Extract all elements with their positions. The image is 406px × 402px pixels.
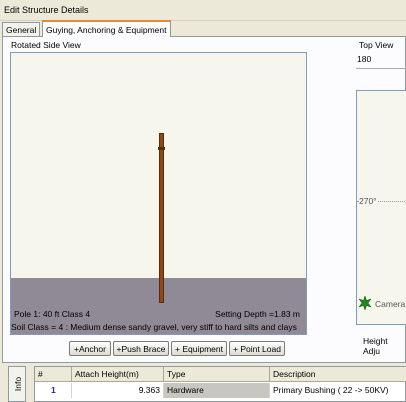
- tab-general[interactable]: General: [2, 22, 41, 36]
- equipment-table[interactable]: # Attach Height(m) Type Description 1 9.…: [34, 366, 406, 402]
- camera-icon[interactable]: [358, 296, 372, 310]
- top-view-divider: [356, 68, 406, 69]
- add-push-brace-button[interactable]: +Push Brace: [113, 341, 169, 356]
- column-header-attach-height[interactable]: Attach Height(m): [72, 367, 164, 382]
- info-tab-label: Info: [13, 376, 24, 392]
- column-header-type[interactable]: Type: [164, 367, 270, 382]
- title-bar: Edit Structure Details: [0, 0, 406, 21]
- tab-guying-label: Guying, Anchoring & Equipment: [46, 25, 167, 35]
- table-row[interactable]: 1 9.363 Hardware Primary Bushing ( 22 ->…: [35, 383, 406, 398]
- window-title: Edit Structure Details: [4, 5, 89, 15]
- add-anchor-button[interactable]: +Anchor: [69, 341, 111, 356]
- info-tab[interactable]: Info: [8, 366, 26, 402]
- pole-info: Pole 1: 40 ft Class 4: [14, 309, 91, 319]
- column-header-num[interactable]: #: [35, 367, 72, 382]
- column-header-description[interactable]: Description: [270, 367, 406, 382]
- height-adjust-label: Height Adju: [363, 336, 388, 356]
- row-type[interactable]: Hardware: [164, 383, 270, 398]
- top-view-label: Top View: [357, 40, 396, 50]
- add-equipment-button[interactable]: + Equipment: [171, 341, 227, 356]
- camera-label: Camera: [375, 299, 406, 309]
- add-point-load-button[interactable]: + Point Load: [229, 341, 285, 356]
- row-number: 1: [35, 383, 72, 398]
- side-view-canvas[interactable]: Pole 1: 40 ft Class 4 Setting Depth =1.8…: [10, 52, 307, 335]
- row-description[interactable]: Primary Bushing ( 22 -> 50KV): [270, 383, 406, 398]
- setting-depth: Setting Depth =1.83 m: [215, 309, 300, 319]
- row-attach-height[interactable]: 9.363: [72, 383, 164, 398]
- degree-270-label: 270°: [359, 196, 377, 206]
- soil-class: Soil Class = 4 : Medium dense sandy grav…: [11, 322, 297, 332]
- equipment-marker[interactable]: [158, 147, 165, 150]
- side-view-label: Rotated Side View: [9, 40, 83, 50]
- pole-shape[interactable]: [159, 133, 164, 303]
- top-view-degree-top: 180: [357, 54, 372, 64]
- top-view-canvas[interactable]: 270° Camera: [356, 90, 406, 325]
- tab-general-label: General: [6, 25, 37, 35]
- tab-guying-anchoring-equipment[interactable]: Guying, Anchoring & Equipment: [42, 20, 171, 37]
